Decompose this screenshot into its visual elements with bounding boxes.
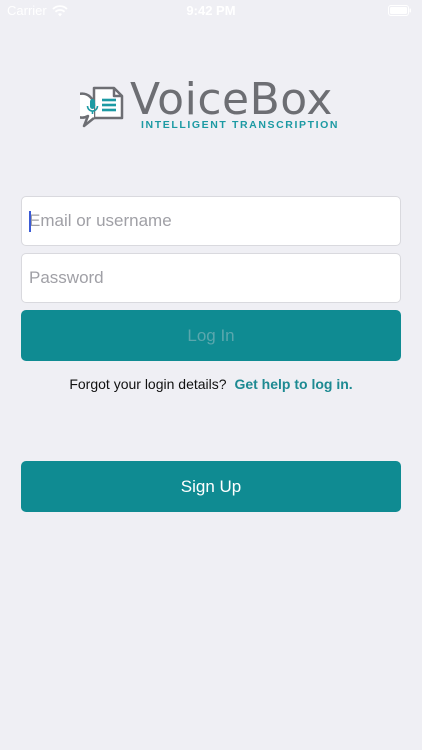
password-field[interactable] <box>21 253 401 303</box>
clock: 9:42 PM <box>186 3 236 18</box>
logo-tagline: INTELLIGENT TRANSCRIPTION <box>141 119 340 131</box>
signup-button[interactable]: Sign Up <box>21 461 401 512</box>
status-bar: Carrier 9:42 PM <box>0 0 422 22</box>
get-help-link[interactable]: Get help to log in. <box>234 376 352 392</box>
email-input[interactable] <box>22 197 400 245</box>
password-input[interactable] <box>22 254 400 302</box>
battery-icon <box>388 5 411 16</box>
logo-wordmark: VoiceBox <box>130 74 333 125</box>
voicebox-logo: VoiceBox INTELLIGENT TRANSCRIPTION <box>80 74 350 138</box>
speech-bubble-mic-icon <box>80 86 124 128</box>
text-caret <box>29 211 31 232</box>
email-field[interactable] <box>21 196 401 246</box>
login-button[interactable]: Log In <box>21 310 401 361</box>
forgot-login-text: Forgot your login details? <box>69 376 227 392</box>
forgot-login-row: Forgot your login details? Get help to l… <box>0 376 422 392</box>
